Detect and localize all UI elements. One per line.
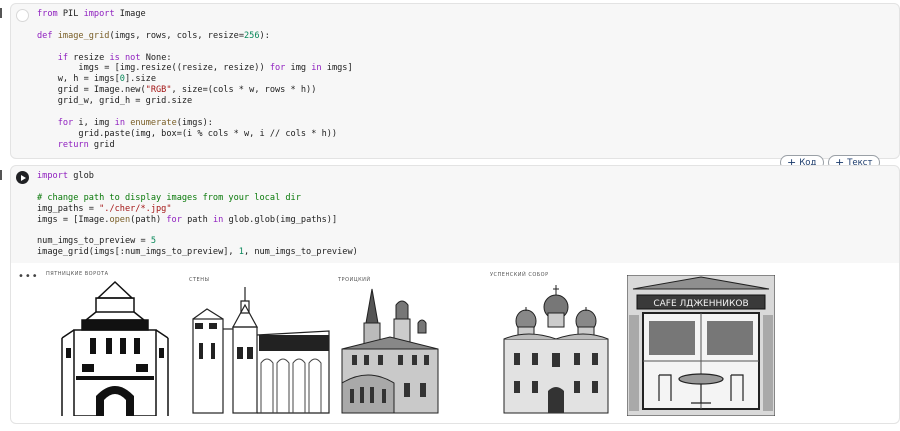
code-cell-2-source[interactable]: import glob # change path to display imag… [37, 171, 358, 258]
code-line: if resize is not None: [37, 53, 353, 64]
preview-image-cafe-window: CAFE ЛДЖЕННИКОВ [627, 275, 775, 416]
code-token: img_paths = [37, 203, 100, 214]
preview-image-cathedral [498, 283, 614, 416]
code-token: grid = Image.new( [37, 85, 146, 96]
code-token: imgs = [Image. [37, 214, 110, 225]
code-token: import [83, 9, 115, 19]
code-token: grid [88, 139, 115, 150]
code-line: grid_w, grid_h = grid.size [37, 96, 353, 107]
code-token: imgs = [img.resize((resize, resize)) [37, 63, 270, 74]
image-caption: УСПЕНСКИЙ СОБОР [490, 272, 549, 278]
code-token: open [109, 214, 131, 225]
code-line: img_paths = "./cher/*.jpg" [37, 204, 358, 215]
code-line: imgs = [Image.open(path) for path in glo… [37, 215, 358, 226]
code-token: for [166, 214, 182, 225]
gutter-mark [0, 170, 2, 180]
code-token: if [57, 52, 69, 63]
code-token: # change path to display images from you… [37, 192, 301, 203]
code-token: (imgs): [176, 117, 213, 128]
code-token: image_grid [57, 30, 110, 41]
code-line: imgs = [img.resize((resize, resize)) for… [37, 63, 353, 74]
code-line: image_grid(imgs[:num_imgs_to_preview], 1… [37, 247, 358, 258]
code-line: grid.paste(img, box=(i % cols * w, i // … [37, 129, 353, 140]
code-line: def image_grid(imgs, rows, cols, resize=… [37, 31, 353, 42]
code-token: import [37, 171, 69, 181]
code-line: from PIL import Image [37, 9, 353, 20]
code-token: Image [114, 9, 146, 19]
preview-image-church [338, 283, 442, 416]
code-token: 5 [150, 236, 157, 247]
run-cell-button-idle[interactable] [16, 9, 29, 22]
code-token: from [37, 9, 58, 19]
run-cell-button[interactable] [16, 171, 29, 184]
code-line: grid = Image.new("RGB", size=(cols * w, … [37, 85, 353, 96]
code-token: is not [109, 52, 141, 63]
code-token: image_grid(imgs[:num_imgs_to_preview], [37, 247, 239, 258]
code-token: , size=(cols * w, rows * h)) [171, 85, 317, 96]
code-token: for [57, 117, 74, 128]
code-token: in [212, 214, 224, 225]
code-token: , num_imgs_to_preview) [243, 247, 358, 258]
code-line: for i, img in enumerate(imgs): [37, 118, 353, 129]
output-menu-icon[interactable]: ••• [18, 271, 39, 282]
code-token: "RGB" [145, 85, 172, 96]
code-token: "./cher/*.jpg" [99, 203, 172, 214]
code-token: return [57, 139, 89, 150]
preview-image-gate-tower [61, 280, 169, 416]
code-token: None: [140, 52, 172, 63]
code-token: path [181, 214, 213, 225]
code-token: num_imgs_to_preview = [37, 236, 151, 247]
code-token: imgs] [321, 63, 353, 74]
code-line: # change path to display images from you… [37, 193, 358, 204]
code-token: i, img [73, 117, 115, 128]
code-token: in [311, 63, 322, 74]
code-token: ].size [124, 74, 157, 85]
code-token: (imgs, rows, cols, resize= [109, 30, 244, 41]
code-token: img [285, 63, 312, 74]
gutter-mark [0, 8, 2, 18]
code-line: import glob [37, 171, 358, 182]
image-caption: ПЯТНИЦКИЕ ВОРОТА [46, 271, 109, 277]
code-token: grid_w, grid_h = grid.size [37, 96, 193, 107]
code-token: (path) [130, 214, 167, 225]
code-token: def [37, 30, 53, 41]
code-token: grid.paste(img, box=(i % cols * w, i // … [37, 128, 338, 139]
code-cell-1-source[interactable]: from PIL import Image def image_grid(imgs… [37, 9, 353, 151]
code-token: in [114, 117, 125, 128]
code-token: glob.glob(img_paths)] [223, 214, 338, 225]
code-token: resize [68, 52, 110, 63]
code-line: return grid [37, 140, 353, 151]
preview-image-kremlin-wall [192, 287, 330, 414]
code-token: w, h = imgs[ [37, 74, 120, 85]
code-token: ): [259, 30, 270, 41]
code-token: 256 [244, 30, 260, 41]
code-line: w, h = imgs[0].size [37, 74, 353, 85]
code-token: glob [68, 171, 94, 181]
code-token: PIL [57, 9, 84, 19]
cafe-sign-text: CAFE ЛДЖЕННИКОВ [653, 299, 748, 309]
code-token: enumerate [130, 117, 177, 128]
code-line: num_imgs_to_preview = 5 [37, 236, 358, 247]
code-token: for [269, 63, 286, 74]
